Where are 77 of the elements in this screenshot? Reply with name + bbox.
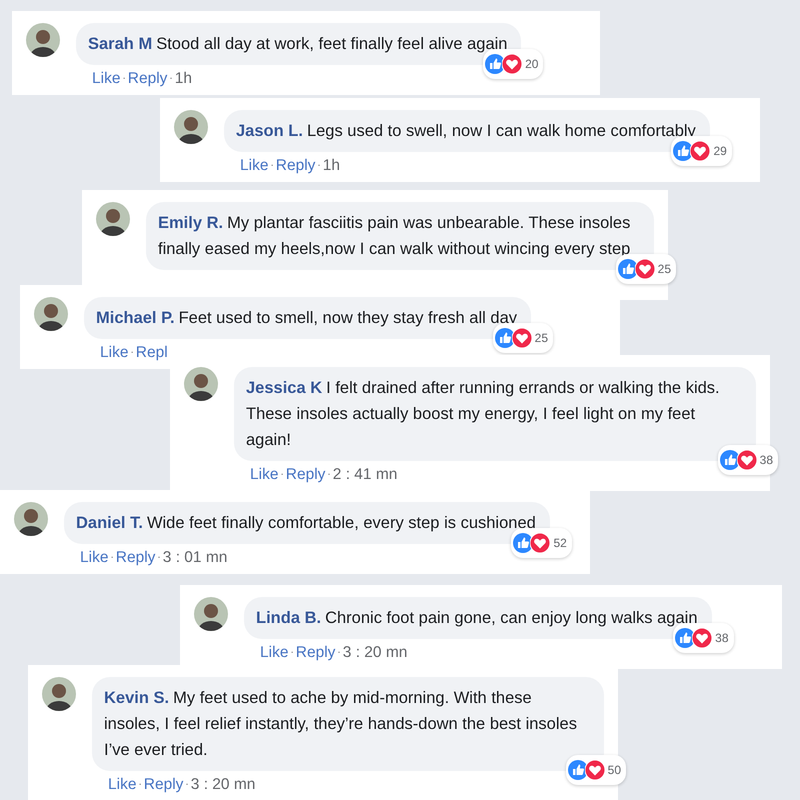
action-link[interactable]: Like (108, 775, 136, 795)
reaction-count: 38 (715, 630, 729, 647)
avatar-icon[interactable] (14, 502, 48, 536)
action-link[interactable]: Like (250, 465, 278, 485)
action-link[interactable]: Reply (286, 465, 326, 485)
avatar-icon[interactable] (34, 297, 68, 331)
separator-dot: · (327, 468, 331, 482)
action-link[interactable]: Reply (144, 775, 184, 795)
heart-icon (692, 628, 712, 648)
heart-icon (736, 450, 757, 470)
heart-icon (512, 328, 532, 348)
separator-dot: · (270, 159, 274, 173)
heart-icon (584, 760, 605, 780)
separator-dot: · (280, 468, 284, 482)
commenter-name[interactable]: Jason L. (236, 122, 303, 140)
commenter-name[interactable]: Linda B. (256, 609, 322, 627)
action-link[interactable]: Reply (296, 643, 336, 663)
avatar-icon[interactable] (26, 23, 60, 57)
like-icon (618, 259, 638, 279)
like-icon (568, 760, 588, 780)
heart-icon (502, 54, 522, 74)
comment-time: 1h (174, 69, 192, 89)
reaction-count: 38 (760, 452, 773, 469)
reaction-badge[interactable]: 38 (718, 445, 778, 475)
like-icon (494, 328, 515, 348)
avatar-icon[interactable] (194, 597, 228, 631)
separator-dot: · (185, 778, 189, 792)
action-link[interactable]: Like (92, 69, 120, 89)
commenter-name[interactable]: Michael P. (96, 309, 175, 327)
action-link[interactable]: Reply (116, 548, 156, 568)
separator-dot: · (138, 778, 142, 792)
heart-icon (634, 259, 655, 279)
separator-dot: · (337, 646, 341, 660)
comment-time: 3 : 20 mn (342, 643, 408, 663)
avatar-icon[interactable] (174, 110, 208, 144)
comment-time: 3 : 01 mn (162, 548, 228, 568)
comment-time: 3 : 20 mn (190, 775, 256, 795)
separator-dot: · (130, 346, 134, 360)
commenter-name[interactable]: Daniel T. (76, 514, 143, 532)
like-icon (720, 450, 740, 470)
action-link[interactable]: Like (100, 343, 128, 363)
avatar-icon[interactable] (42, 677, 76, 711)
reaction-count: 52 (553, 535, 567, 552)
separator-dot: · (169, 72, 173, 86)
reaction-count: 50 (608, 762, 621, 779)
separator-dot: · (110, 551, 114, 565)
reaction-count: 25 (534, 330, 548, 347)
reaction-badge[interactable]: 52 (511, 528, 572, 558)
reaction-badge[interactable]: 29 (671, 136, 732, 166)
reaction-badge[interactable]: 20 (483, 49, 544, 79)
separator-dot: · (122, 72, 126, 86)
separator-dot: · (317, 159, 321, 173)
heart-icon (690, 141, 710, 161)
reaction-badge[interactable]: 50 (566, 755, 626, 785)
reaction-badge[interactable]: 38 (673, 623, 734, 653)
avatar-icon[interactable] (184, 367, 218, 401)
comment-time: 2 : 41 mn (332, 465, 398, 485)
heart-icon (530, 533, 550, 553)
commenter-name[interactable]: Jessica K (246, 379, 322, 397)
comment-time: 1h (322, 156, 340, 176)
action-link[interactable]: Like (80, 548, 108, 568)
separator-dot: · (157, 551, 161, 565)
action-link[interactable]: Reply (128, 69, 168, 89)
action-link[interactable]: Reply (276, 156, 316, 176)
commenter-name[interactable]: Emily R. (158, 214, 224, 232)
action-link[interactable]: Like (240, 156, 268, 176)
separator-dot: · (290, 646, 294, 660)
commenter-name[interactable]: Kevin S. (104, 689, 170, 707)
reaction-count: 20 (525, 56, 538, 73)
reaction-count: 25 (658, 261, 671, 278)
reaction-badge[interactable]: 25 (616, 254, 676, 284)
commenter-name[interactable]: Sarah M (88, 35, 152, 53)
reaction-count: 29 (713, 143, 727, 160)
reaction-badge[interactable]: 25 (492, 323, 553, 353)
action-link[interactable]: Like (260, 643, 288, 663)
action-link[interactable]: Repl (136, 343, 168, 363)
avatar-icon[interactable] (96, 202, 130, 236)
